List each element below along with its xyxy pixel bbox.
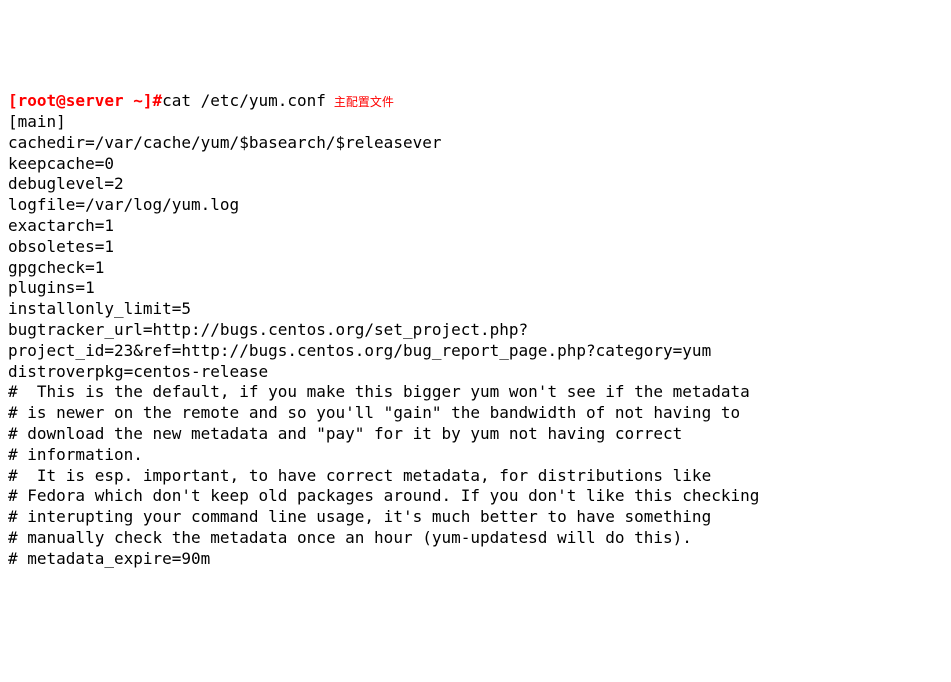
output-line: logfile=/var/log/yum.log: [8, 195, 943, 216]
output-line: # download the new metadata and "pay" fo…: [8, 424, 943, 445]
output-line: cachedir=/var/cache/yum/$basearch/$relea…: [8, 133, 943, 154]
output-line: [main]: [8, 112, 943, 133]
output-line: keepcache=0: [8, 154, 943, 175]
annotation-label: 主配置文件: [334, 95, 394, 109]
output-line: # This is the default, if you make this …: [8, 382, 943, 403]
output-line: # information.: [8, 445, 943, 466]
output-line: # manually check the metadata once an ho…: [8, 528, 943, 549]
command-line[interactable]: [root@server ~]#cat /etc/yum.conf 主配置文件: [8, 91, 943, 112]
output-line: exactarch=1: [8, 216, 943, 237]
output-line: gpgcheck=1: [8, 258, 943, 279]
output-line: # interupting your command line usage, i…: [8, 507, 943, 528]
output-line: installonly_limit=5: [8, 299, 943, 320]
output-line: plugins=1: [8, 278, 943, 299]
output-line: # It is esp. important, to have correct …: [8, 466, 943, 487]
shell-command: cat /etc/yum.conf: [162, 91, 326, 110]
shell-prompt: [root@server ~]#: [8, 91, 162, 110]
output-line: debuglevel=2: [8, 174, 943, 195]
output-line: # is newer on the remote and so you'll "…: [8, 403, 943, 424]
output-line: # metadata_expire=90m: [8, 549, 943, 570]
output-line: bugtracker_url=http://bugs.centos.org/se…: [8, 320, 943, 362]
output-line: # Fedora which don't keep old packages a…: [8, 486, 943, 507]
output-line: distroverpkg=centos-release: [8, 362, 943, 383]
output-line: obsoletes=1: [8, 237, 943, 258]
